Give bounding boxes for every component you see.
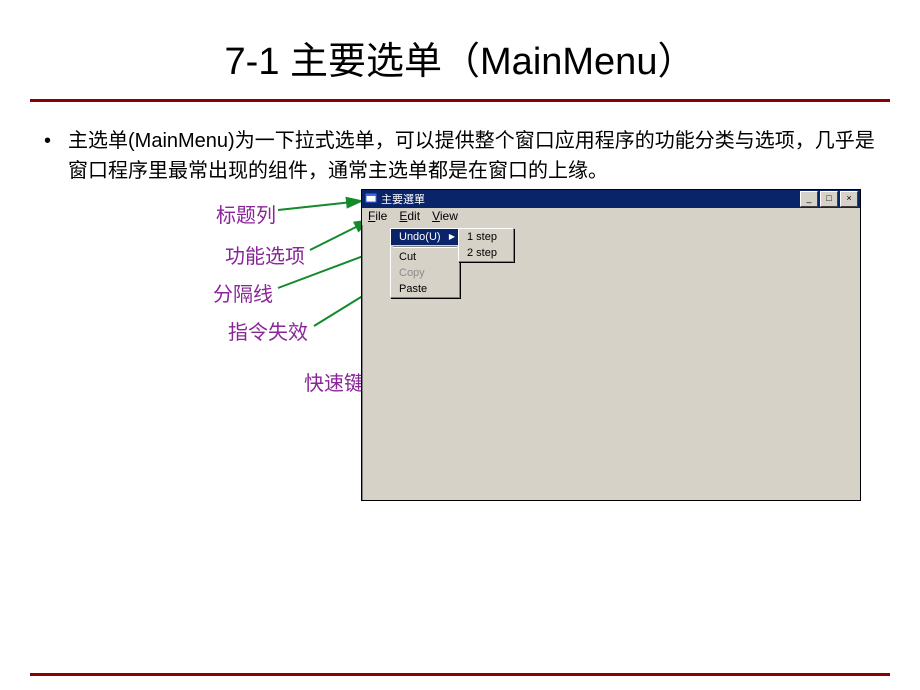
menubar: File Edit View: [362, 208, 860, 225]
bullet-dot: •: [44, 126, 68, 186]
menu-file[interactable]: File: [366, 209, 389, 223]
ann-menuitem: 功能选项: [225, 240, 305, 269]
bottom-divider: [30, 673, 890, 676]
menu-edit[interactable]: Edit: [397, 209, 422, 223]
ann-separator: 分隔线: [213, 278, 273, 307]
edit-dropdown: Undo(U) ▶ Cut Copy Paste: [390, 228, 460, 298]
ann-disabled: 指令失效: [228, 316, 308, 345]
dd-paste[interactable]: Paste: [391, 281, 459, 297]
slide-title: 7-1 主要选单（MainMenu）: [0, 0, 920, 99]
close-button[interactable]: ×: [840, 191, 858, 207]
titlebar: 主要選單 _ □ ×: [362, 190, 860, 208]
paragraph: 主选单(MainMenu)为一下拉式选单，可以提供整个窗口应用程序的功能分类与选…: [68, 126, 876, 186]
app-icon: [364, 192, 378, 206]
ann-titlebar: 标题列: [216, 199, 276, 228]
menu-view[interactable]: View: [430, 209, 460, 223]
maximize-button[interactable]: □: [820, 191, 838, 207]
sub-step2[interactable]: 2 step: [459, 245, 513, 261]
sample-window: 主要選單 _ □ × File Edit View Undo(U) ▶ Cut …: [361, 189, 861, 501]
dd-separator: [393, 246, 457, 248]
dd-copy: Copy: [391, 265, 459, 281]
window-title: 主要選單: [381, 191, 425, 207]
dd-cut[interactable]: Cut: [391, 249, 459, 265]
submenu-arrow-icon: ▶: [449, 232, 455, 242]
body-text: • 主选单(MainMenu)为一下拉式选单，可以提供整个窗口应用程序的功能分类…: [0, 102, 920, 186]
diagram-stage: 标题列 功能选项 分隔线 指令失效 快速键 次选单 箭头符号 主要選: [0, 186, 920, 606]
undo-submenu: 1 step 2 step: [458, 228, 514, 262]
ann-shortcut: 快速键: [304, 367, 364, 396]
minimize-button[interactable]: _: [800, 191, 818, 207]
dd-undo[interactable]: Undo(U) ▶: [391, 229, 459, 245]
sub-step1[interactable]: 1 step: [459, 229, 513, 245]
